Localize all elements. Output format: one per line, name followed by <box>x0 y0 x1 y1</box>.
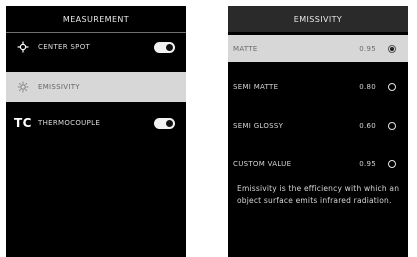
measurement-screen: MEASUREMENT CENTER SPOT EMISSIVITY TC TH… <box>6 6 186 257</box>
option-value: 0.60 <box>359 121 376 130</box>
menu-item-center-spot[interactable]: CENTER SPOT <box>6 32 186 62</box>
emissivity-header: EMISSIVITY <box>228 6 408 32</box>
center-spot-toggle[interactable] <box>154 41 175 53</box>
option-semi-glossy[interactable]: SEMI GLOSSY 0.60 <box>228 112 408 139</box>
emissivity-icon <box>12 81 34 93</box>
option-label: MATTE <box>233 44 258 53</box>
thermocouple-toggle[interactable] <box>154 117 175 129</box>
option-value: 0.95 <box>359 44 376 53</box>
measurement-title: MEASUREMENT <box>62 14 130 24</box>
option-matte[interactable]: MATTE 0.95 <box>228 35 408 62</box>
menu-item-thermocouple[interactable]: TC THERMOCOUPLE <box>6 108 186 138</box>
emissivity-description: Emissivity is the efficiency with which … <box>237 184 400 205</box>
radio-button[interactable] <box>388 121 396 130</box>
thermocouple-label: THERMOCOUPLE <box>38 119 101 127</box>
thermocouple-icon: TC <box>14 116 32 130</box>
option-label: SEMI GLOSSY <box>233 121 284 130</box>
center-spot-label: CENTER SPOT <box>38 43 91 51</box>
crosshair-icon <box>12 41 34 53</box>
radio-button-selected[interactable] <box>388 44 396 53</box>
radio-button[interactable] <box>388 82 396 91</box>
emissivity-screen: EMISSIVITY MATTE 0.95 SEMI MATTE 0.80 SE… <box>228 6 408 257</box>
measurement-header: MEASUREMENT <box>6 6 186 33</box>
option-custom-value[interactable]: CUSTOM VALUE 0.95 <box>228 150 408 177</box>
toggle-knob <box>166 119 173 127</box>
option-value: 0.95 <box>359 159 376 168</box>
toggle-knob <box>166 43 173 51</box>
option-label: CUSTOM VALUE <box>233 159 292 168</box>
emissivity-label: EMISSIVITY <box>38 83 80 91</box>
option-semi-matte[interactable]: SEMI MATTE 0.80 <box>228 73 408 100</box>
radio-button[interactable] <box>388 159 396 168</box>
option-value: 0.80 <box>359 82 376 91</box>
menu-item-emissivity[interactable]: EMISSIVITY <box>6 72 186 102</box>
radio-dot <box>390 46 394 51</box>
option-label: SEMI MATTE <box>233 82 279 91</box>
emissivity-title: EMISSIVITY <box>293 14 343 24</box>
